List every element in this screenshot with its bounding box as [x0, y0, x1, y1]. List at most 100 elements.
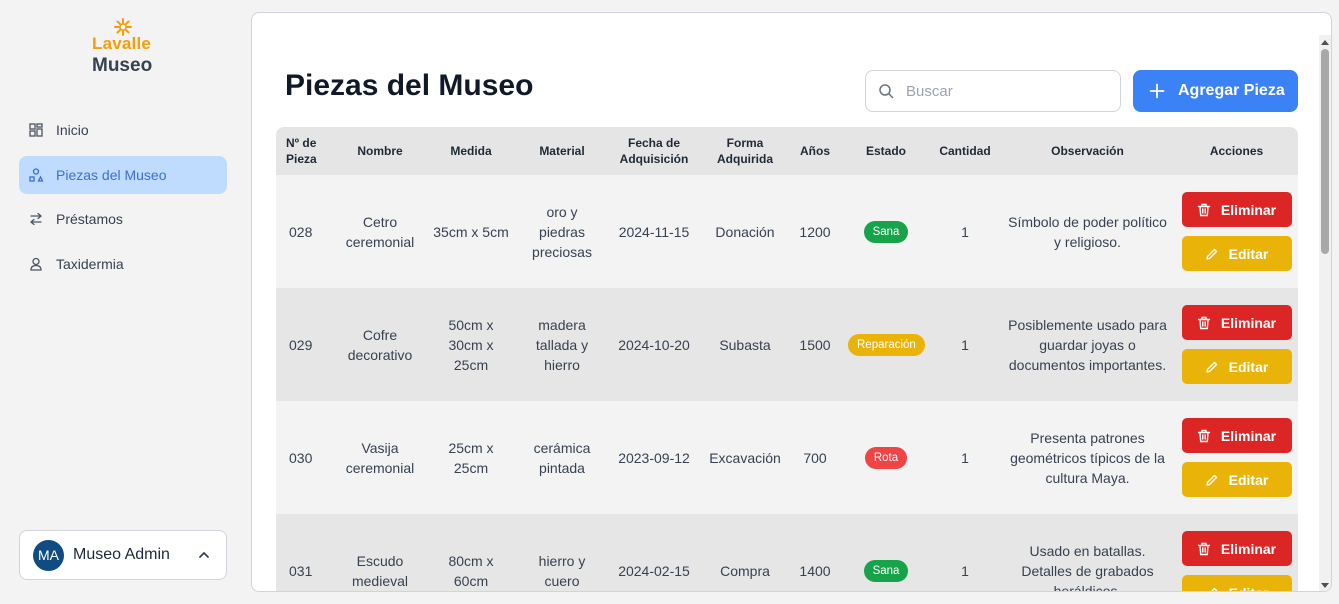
column-header[interactable]: Material	[518, 127, 606, 175]
sidebar-item-label: Taxidermia	[56, 255, 124, 272]
cell-cantidad: 1	[961, 562, 969, 579]
search-box[interactable]	[865, 70, 1121, 112]
column-header[interactable]: Observación	[1000, 127, 1175, 175]
pieces-table: Nº de Pieza Nombre Medida Material Fecha…	[276, 127, 1298, 592]
trash-icon	[1197, 542, 1211, 555]
cell-num: 031	[289, 562, 313, 579]
user-menu[interactable]: MA Museo Admin	[19, 530, 227, 580]
sidebar-item-label: Préstamos	[56, 211, 123, 227]
cell-estado: Rota	[842, 401, 930, 514]
cell-fecha: 2024-02-15	[618, 562, 690, 579]
edit-label: Editar	[1228, 471, 1269, 488]
delete-button[interactable]: Eliminar	[1181, 531, 1292, 566]
column-header[interactable]: Cantidad	[930, 127, 1000, 175]
table-row: 030 Vasija ceremonial 25cm x 25cm cerámi…	[276, 401, 1298, 514]
cell-material: hierro y cuero	[538, 552, 586, 589]
status-badge: Sana	[863, 221, 909, 243]
column-header[interactable]: Nombre	[336, 127, 424, 175]
pencil-icon	[1205, 474, 1217, 486]
scroll-down-arrow-icon[interactable]	[1321, 583, 1329, 588]
scroll-up-arrow-icon[interactable]	[1321, 40, 1329, 45]
edit-button[interactable]: Editar	[1181, 575, 1292, 592]
sidebar-item-label: Piezas del Museo	[56, 166, 167, 183]
cell-material: cerámica pintada	[533, 439, 591, 476]
pencil-icon	[1210, 587, 1217, 591]
cell-medida: 35cm x 5cm	[433, 223, 509, 240]
cell-cantidad: 1	[961, 449, 969, 466]
add-piece-label: Agregar Pieza	[1178, 82, 1285, 99]
cell-anios: 1500	[799, 336, 831, 353]
table-row: 029 Cofre decorativo 50cm x 30cm x 25cm …	[276, 288, 1298, 401]
cell-fecha: 2024-10-20	[618, 336, 690, 353]
delete-button[interactable]: Eliminar	[1181, 305, 1292, 340]
edit-button[interactable]: Editar	[1181, 462, 1292, 497]
grid-icon	[29, 123, 43, 137]
delete-label: Eliminar	[1220, 201, 1277, 218]
cell-fecha: 2024-11-15	[618, 223, 690, 240]
column-header[interactable]: Nº de Pieza	[276, 127, 336, 175]
cell-nombre: Escudo medieval	[351, 552, 409, 589]
cell-cantidad: 1	[961, 223, 969, 240]
edit-label: Editar	[1229, 583, 1269, 592]
sidebar-item-piezas[interactable]: Piezas del Museo	[19, 155, 227, 194]
sidebar: Lavalle Museo Inicio Piezas del Museo Pr…	[0, 0, 246, 604]
cell-medida: 25cm x 25cm	[448, 439, 494, 476]
cell-estado: Reparación	[842, 288, 930, 401]
pencil-icon	[1205, 361, 1217, 373]
delete-label: Eliminar	[1220, 427, 1277, 444]
sidebar-nav: Inicio Piezas del Museo Préstamos Taxide…	[19, 111, 227, 289]
trash-icon	[1197, 203, 1211, 216]
column-header[interactable]: Forma Adquirida	[702, 127, 788, 175]
sidebar-item-inicio[interactable]: Inicio	[19, 111, 227, 149]
table-row: 031 Escudo medieval 80cm x 60cm hierro y…	[276, 514, 1298, 592]
brand-line2: Museo	[92, 55, 153, 76]
cell-anios: 1400	[799, 562, 831, 579]
status-badge: Reparación	[848, 334, 925, 356]
cell-medida: 50cm x 30cm x 25cm	[448, 316, 494, 373]
column-header: Acciones	[1209, 144, 1264, 158]
cell-forma: Donación	[715, 223, 775, 240]
delete-button[interactable]: Eliminar	[1181, 192, 1292, 227]
edit-button[interactable]: Editar	[1181, 349, 1292, 384]
cell-cantidad: 1	[961, 336, 969, 353]
column-header[interactable]: Años	[788, 127, 842, 175]
brand-line1: Lavalle	[92, 34, 152, 53]
edit-button[interactable]: Editar	[1181, 236, 1292, 271]
search-input[interactable]	[906, 82, 1106, 100]
cell-forma: Excavación	[709, 449, 781, 466]
vertical-scrollbar[interactable]	[1319, 35, 1331, 591]
sidebar-item-taxidermia[interactable]: Taxidermia	[19, 245, 227, 283]
search-icon	[879, 84, 894, 99]
main-panel: Piezas del Museo Agregar Pieza Nº de Pie…	[251, 12, 1332, 592]
column-header[interactable]: Medida	[424, 127, 518, 175]
delete-button[interactable]: Eliminar	[1181, 418, 1292, 453]
pencil-icon	[1205, 248, 1217, 260]
sidebar-item-prestamos[interactable]: Préstamos	[19, 200, 227, 238]
cell-material: oro y piedras preciosas	[532, 203, 592, 260]
cell-acciones: Eliminar Editar	[1175, 514, 1298, 592]
column-header[interactable]: Estado	[842, 127, 930, 175]
user-icon	[29, 257, 43, 271]
delete-label: Eliminar	[1220, 540, 1277, 557]
cell-num: 028	[289, 223, 313, 240]
cell-anios: 700	[803, 449, 827, 466]
column-header[interactable]: Fecha de Adquisición	[606, 127, 702, 175]
add-piece-button[interactable]: Agregar Pieza	[1133, 70, 1298, 112]
cell-estado: Sana	[842, 514, 930, 591]
cell-acciones: Eliminar Editar	[1175, 288, 1298, 401]
shapes-icon	[29, 167, 43, 182]
table-header-row: Nº de Pieza Nombre Medida Material Fecha…	[276, 127, 1298, 175]
cell-nombre: Cetro ceremonial	[345, 213, 415, 250]
scroll-thumb[interactable]	[1321, 49, 1329, 254]
cell-nombre: Cofre decorativo	[347, 326, 413, 363]
cell-num: 029	[289, 336, 313, 353]
trash-icon	[1197, 316, 1211, 329]
user-name: Museo Admin	[73, 546, 170, 563]
cell-forma: Subasta	[719, 336, 771, 353]
edit-label: Editar	[1228, 358, 1269, 375]
status-badge: Sana	[863, 560, 909, 582]
cell-forma: Compra	[720, 562, 770, 579]
table-row: 028 Cetro ceremonial 35cm x 5cm oro y pi…	[276, 175, 1298, 288]
cell-observacion: Usado en batallas. Detalles de grabados …	[1021, 542, 1154, 592]
cell-acciones: Eliminar Editar	[1175, 175, 1298, 288]
